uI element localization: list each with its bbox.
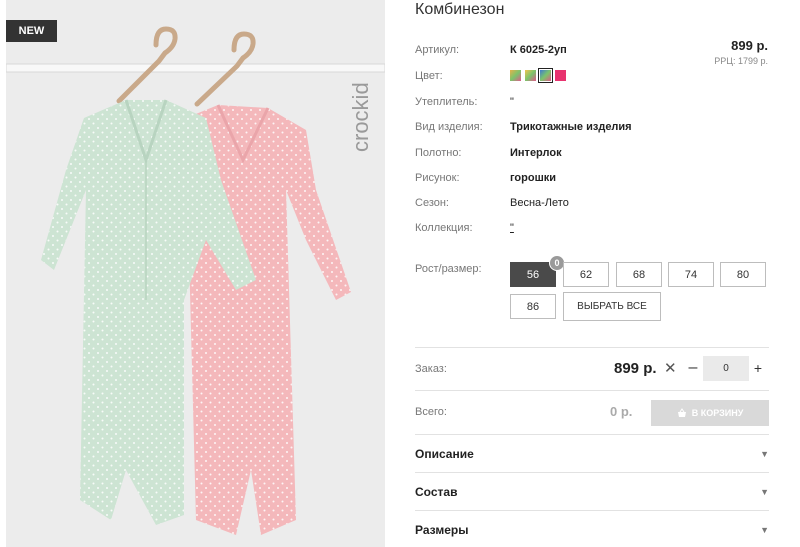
size-label: Рост/размер: [415,263,482,275]
quantity-increase-button[interactable]: + [752,360,764,376]
multiply-icon: ✕ [664,360,677,377]
season-label: Сезон: [415,197,449,209]
collection-value[interactable]: " [510,222,514,234]
collection-label: Коллекция: [415,222,473,234]
brand-logo: crockid [348,82,373,152]
divider [415,434,769,435]
insulation-value: " [510,96,514,108]
size-option-86[interactable]: 86 [510,294,556,319]
product-type-label: Вид изделия: [415,121,483,133]
svg-text:crockid: crockid [348,82,373,152]
product-price: 899 р. [731,38,768,53]
color-swatch[interactable] [555,70,566,81]
size-option-62[interactable]: 62 [563,262,609,287]
divider [415,510,769,511]
product-type-value: Трикотажные изделия [510,121,632,133]
caret-down-icon: ▼ [760,449,769,459]
article-value: К 6025-2уп [510,44,567,56]
quantity-input[interactable] [703,356,749,381]
fabric-label: Полотно: [415,147,462,159]
pattern-value: горошки [510,172,557,184]
fabric-value: Интерлок [510,147,562,159]
accordion-description[interactable]: Описание ▼ [415,436,769,472]
accordion-sizes[interactable]: Размеры ▼ [415,512,769,547]
add-to-cart-label: В КОРЗИНУ [691,408,744,418]
season-value: Весна-Лето [510,197,569,209]
divider [415,347,769,348]
accordion-title: Описание [415,447,474,461]
accordion-title: Состав [415,485,458,499]
recommended-retail-price: РРЦ: 1799 р. [714,56,768,66]
article-label: Артикул: [415,44,460,56]
caret-down-icon: ▼ [760,525,769,535]
accordion-title: Размеры [415,523,469,537]
size-option-74[interactable]: 74 [668,262,714,287]
color-swatch[interactable] [510,70,521,81]
size-option-80[interactable]: 80 [720,262,766,287]
product-image[interactable]: NEW crockid [6,0,385,547]
total-label: Всего: [415,406,447,418]
size-option-68[interactable]: 68 [616,262,662,287]
insulation-label: Утеплитель: [415,96,478,108]
order-unit-price: 899 р. [614,360,657,377]
order-label: Заказ: [415,363,447,375]
color-label: Цвет: [415,70,443,82]
pattern-label: Рисунок: [415,172,460,184]
quantity-decrease-button[interactable]: – [686,359,700,377]
accordion-composition[interactable]: Состав ▼ [415,474,769,510]
add-to-cart-button[interactable]: В КОРЗИНУ [651,400,769,426]
divider [415,390,769,391]
total-value: 0 р. [610,404,633,419]
caret-down-icon: ▼ [760,487,769,497]
product-title: Комбинезон [415,1,505,18]
basket-icon [677,408,686,417]
select-all-sizes-button[interactable]: ВЫБРАТЬ ВСЕ [563,292,661,321]
color-swatch[interactable] [525,70,536,81]
color-swatches [510,68,566,83]
divider [415,472,769,473]
new-badge: NEW [6,20,57,42]
color-swatch-selected[interactable] [538,68,553,83]
